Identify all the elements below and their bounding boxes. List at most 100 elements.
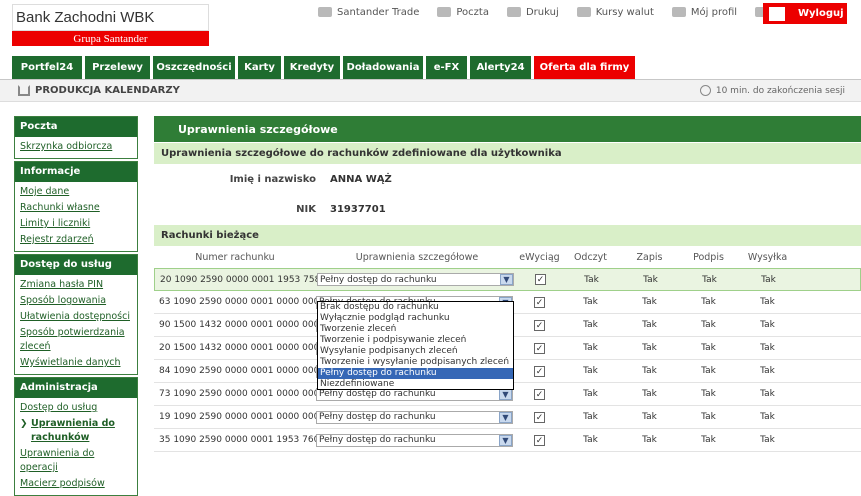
permission-select[interactable]: Pełny dostęp do rachunku ▼ <box>316 433 513 447</box>
chevron-down-icon[interactable]: ▼ <box>500 274 513 285</box>
sidebar-item[interactable]: Skrzynka odbiorcza <box>15 139 137 155</box>
podpis-value: Tak <box>701 366 716 376</box>
tab-3[interactable]: Karty <box>238 56 281 79</box>
sidebar-section-title: Administracja <box>15 378 137 398</box>
dropdown-option[interactable]: Pełny dostęp do rachunku <box>318 368 513 379</box>
dropdown-option[interactable]: Tworzenie i wysyłanie podpisanych zleceń <box>318 357 513 368</box>
sidebar-item[interactable]: Uprawnienia do operacji <box>15 446 137 476</box>
podpis-value: Tak <box>701 320 716 330</box>
top-link-label: Poczta <box>456 6 489 18</box>
ewyciag-checkbox[interactable]: ✓ <box>534 342 545 354</box>
tab-8[interactable]: Oferta dla firmy <box>534 56 635 79</box>
tab-7[interactable]: Alerty24 <box>470 56 531 79</box>
ewyciag-checkbox[interactable]: ✓ <box>534 319 545 331</box>
dropdown-option[interactable]: Niezdefiniowane <box>318 379 513 390</box>
top-link-3[interactable]: Kursy walut <box>576 5 654 19</box>
permission-value: Pełny dostęp do rachunku <box>319 412 436 422</box>
session-text: 10 min. do zakończenia sesji <box>715 85 845 96</box>
column-header: eWyciąg <box>519 251 560 263</box>
sidebar: Poczta Skrzynka odbiorcza Informacje Moje d… <box>14 116 138 496</box>
top-link-0[interactable]: Santander Trade <box>318 5 419 19</box>
sidebar-item[interactable]: Rachunki własne <box>15 200 137 216</box>
chevron-down-icon[interactable]: ▼ <box>499 411 512 423</box>
odczyt-value: Tak <box>583 320 598 330</box>
chevron-down-icon[interactable]: ▼ <box>499 434 512 446</box>
sidebar-item[interactable]: ❯ Uprawnienia do rachunków <box>15 416 137 446</box>
sidebar-section-title: Dostęp do usług <box>15 255 137 275</box>
sidebar-item-label: Macierz podpisów <box>20 478 105 489</box>
sidebar-item[interactable]: Macierz podpisów <box>15 476 137 492</box>
bank-logo[interactable]: Bank Zachodni WBK Grupa Santander <box>12 4 209 46</box>
sidebar-item[interactable]: Limity i liczniki <box>15 216 137 232</box>
ewyciag-checkbox[interactable]: ✓ <box>534 296 545 308</box>
ewyciag-cell: ✓ <box>518 319 561 331</box>
tab-5[interactable]: Doładowania <box>343 56 423 79</box>
ewyciag-checkbox[interactable]: ✓ <box>535 274 546 285</box>
logout-button[interactable]: Wyloguj <box>763 3 847 24</box>
ewyciag-checkbox[interactable]: ✓ <box>534 411 545 423</box>
table-row: 35 1090 2590 0000 0001 1953 7608 Pełny do… <box>154 429 861 452</box>
column-header: Numer rachunku <box>195 251 275 263</box>
page-title: Uprawnienia szczegółowe <box>154 116 861 142</box>
dropdown-option[interactable]: Brak dostępu do rachunku <box>318 302 513 313</box>
ewyciag-checkbox[interactable]: ✓ <box>534 434 545 446</box>
account-number: 90 1500 1432 0000 0001 0000 0001 <box>159 320 316 330</box>
tab-0[interactable]: Portfel24 <box>12 56 82 79</box>
ewyciag-checkbox[interactable]: ✓ <box>534 365 545 377</box>
sidebar-item[interactable]: Dostęp do usług <box>15 400 137 416</box>
dropdown-option[interactable]: Wysyłanie podpisanych zleceń <box>318 346 513 357</box>
zapis-value: Tak <box>642 366 657 376</box>
sidebar-item[interactable]: Sposób potwierdzania zleceń <box>15 325 137 355</box>
top-link-label: Kursy walut <box>595 6 654 18</box>
permission-select[interactable]: Pełny dostęp do rachunku ▼ <box>317 273 514 286</box>
column-header: Podpis <box>693 251 724 263</box>
wysylka-value: Tak <box>760 435 775 445</box>
sidebar-item-label: Skrzynka odbiorcza <box>20 141 113 152</box>
sidebar-item[interactable]: Moje dane <box>15 184 137 200</box>
main-panel: Uprawnienia szczegółowe Uprawnienia szcz… <box>154 116 861 468</box>
account-number: 20 1500 1432 0000 0001 0000 0001 <box>159 343 316 353</box>
sidebar-section-title: Informacje <box>15 162 137 182</box>
ewyciag-cell: ✓ <box>519 274 562 285</box>
wysylka-value: Tak <box>760 297 775 307</box>
sidebar-item[interactable]: Sposób logowania <box>15 293 137 309</box>
odczyt-value: Tak <box>583 343 598 353</box>
tab-1[interactable]: Przelewy <box>85 56 150 79</box>
odczyt-value: Tak <box>583 389 598 399</box>
account-number: 19 1090 2590 0000 0001 0000 0001 <box>159 412 316 422</box>
zapis-value: Tak <box>642 320 657 330</box>
top-link-4[interactable]: Mój profil <box>671 5 737 19</box>
odczyt-value: Tak <box>583 435 598 445</box>
ewyciag-checkbox[interactable]: ✓ <box>534 388 545 400</box>
sidebar-item[interactable]: Rejestr zdarzeń <box>15 232 137 248</box>
ewyciag-cell: ✓ <box>518 388 561 400</box>
chevron-down-icon[interactable]: ▼ <box>499 388 512 400</box>
account-number: 20 1090 2590 0000 0001 1953 7587 <box>160 274 317 285</box>
permission-dropdown-list[interactable]: Brak dostępu do rachunku Wyłącznie podglą… <box>317 301 514 390</box>
odczyt-value: Tak <box>584 274 599 285</box>
top-link-1[interactable]: Poczta <box>437 5 489 19</box>
dropdown-option[interactable]: Tworzenie i podpisywanie zleceń <box>318 335 513 346</box>
sidebar-item-label: Uprawnienia do operacji <box>20 448 95 473</box>
dropdown-option[interactable]: Tworzenie zleceń <box>318 324 513 335</box>
tab-4[interactable]: Kredyty <box>284 56 340 79</box>
permission-select[interactable]: Pełny dostęp do rachunku ▼ <box>316 410 513 424</box>
ewyciag-cell: ✓ <box>518 411 561 423</box>
home-icon[interactable] <box>18 85 30 96</box>
zapis-value: Tak <box>642 297 657 307</box>
sidebar-item-label: Rachunki własne <box>20 202 100 213</box>
sidebar-section: Administracja Dostęp do usług ❯ Uprawnienia… <box>14 377 138 496</box>
sidebar-item[interactable]: Wyświetlanie danych <box>15 355 137 371</box>
sidebar-items: Moje dane Rachunki własne Limity i licznik… <box>15 182 137 251</box>
clock-icon <box>699 85 711 96</box>
top-link-2[interactable]: Drukuj <box>506 5 559 19</box>
name-row: Imię i nazwisko ANNA WĄŻ <box>154 164 861 194</box>
tab-2[interactable]: Oszczędności <box>153 56 235 79</box>
podpis-value: Tak <box>701 435 716 445</box>
sidebar-item[interactable]: Zmiana hasła PIN <box>15 277 137 293</box>
mail-icon <box>437 7 452 17</box>
tab-6[interactable]: e-FX <box>426 56 467 79</box>
dropdown-option[interactable]: Wyłącznie podgląd rachunku <box>318 313 513 324</box>
sidebar-item[interactable]: Ułatwienia dostępności <box>15 309 137 325</box>
permission-cell: Pełny dostęp do rachunku ▼ <box>316 410 518 424</box>
